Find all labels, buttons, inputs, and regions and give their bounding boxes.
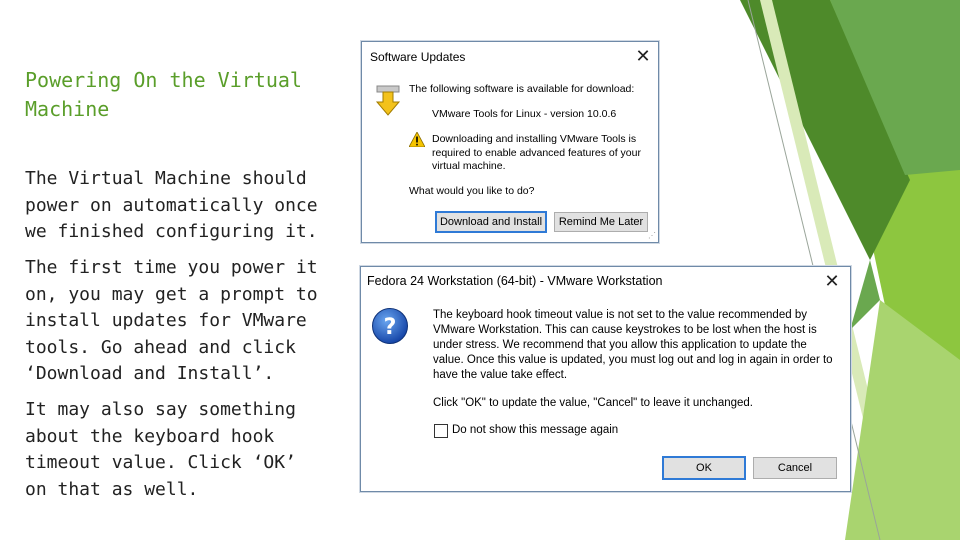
keyboard-hook-dialog: Fedora 24 Workstation (64-bit) - VMware … [360, 266, 851, 492]
warning-message: Downloading and installing VMware Tools … [432, 133, 641, 172]
slide-title: Powering On the Virtual Machine [25, 68, 302, 121]
close-icon[interactable]: ✕ [823, 272, 841, 290]
question-text: What would you like to do? [409, 185, 535, 197]
paragraph-update-prompt: The first time you power it on, you may … [25, 257, 318, 384]
available-heading: The following software is available for … [409, 83, 635, 95]
question-icon: ? [372, 308, 408, 344]
dialog-message: The keyboard hook timeout value is not s… [433, 309, 833, 381]
package-name: VMware Tools for Linux - version 10.0.6 [432, 108, 617, 120]
close-icon[interactable]: ✕ [634, 47, 652, 65]
remind-me-later-button[interactable]: Remind Me Later [554, 212, 648, 232]
dialog-instruction: Click "OK" to update the value, "Cancel"… [433, 397, 753, 409]
paragraph-keyboard-hook: It may also say something about the keyb… [25, 399, 296, 500]
download-and-install-button[interactable]: Download and Install [435, 211, 547, 233]
warning-icon [409, 132, 425, 147]
download-arrow-icon [375, 85, 401, 116]
svg-text:?: ? [384, 315, 397, 340]
resize-grip[interactable]: ⋰ [648, 231, 656, 240]
software-updates-dialog: Software Updates ✕ The following softwar… [361, 41, 659, 243]
dont-show-checkbox[interactable] [434, 424, 448, 438]
dialog-title: Software Updates [370, 50, 466, 64]
dialog-title: Fedora 24 Workstation (64-bit) - VMware … [367, 274, 663, 288]
paragraph-power-on: The Virtual Machine should power on auto… [25, 168, 318, 242]
cancel-button[interactable]: Cancel [753, 457, 837, 479]
dont-show-checkbox-label[interactable]: Do not show this message again [452, 424, 618, 436]
ok-button[interactable]: OK [662, 456, 746, 480]
